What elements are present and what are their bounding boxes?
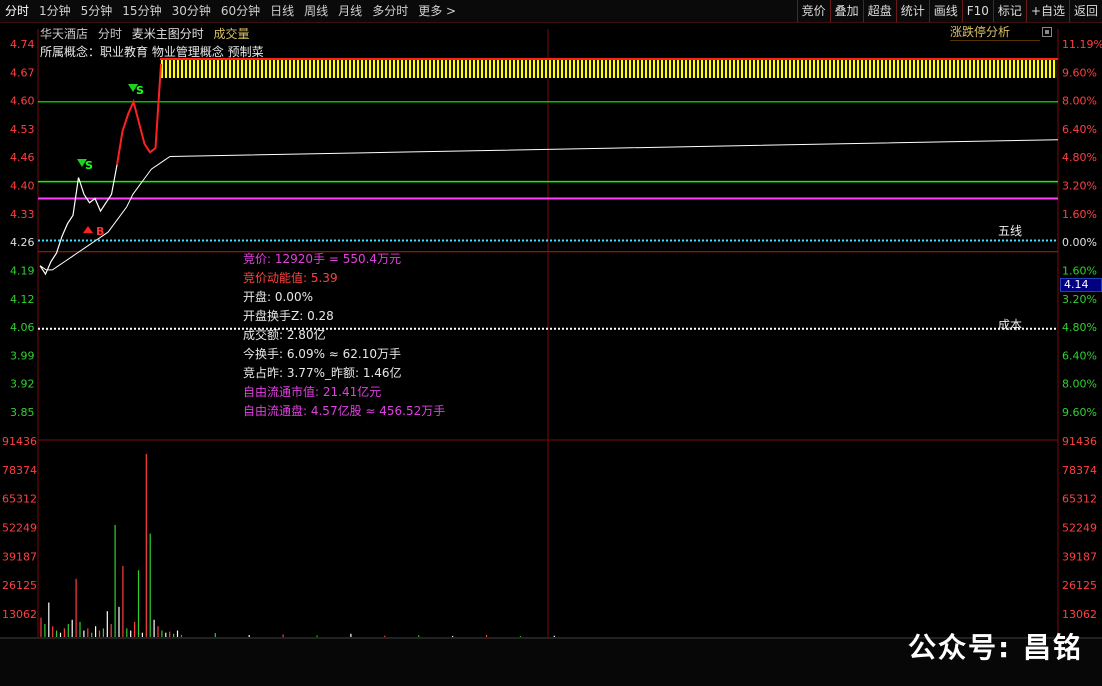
sell-marker-label: S: [85, 159, 93, 172]
pct-tick-label: 1.60%: [1062, 208, 1097, 221]
volume-tick-label-right: 52249: [1062, 522, 1097, 535]
open-turnover-text: 开盘换手Z: 0.28: [243, 309, 334, 323]
volume-tick-label-right: 39187: [1062, 550, 1097, 563]
pct-tick-label: 9.60%: [1062, 406, 1097, 419]
bid-info-panel: 竞价: 12920手 = 550.4万元 竞价动能值: 5.39 开盘: 0.0…: [243, 250, 445, 421]
price-lines: [39, 63, 1059, 276]
wuxian-label: 五线: [998, 224, 1023, 238]
price-tick-label: 4.74: [10, 38, 35, 51]
amount-text: 成交额: 2.80亿: [243, 328, 326, 342]
price-tick-label: 3.85: [10, 406, 35, 419]
bid-price-text: 竞价: 12920手 = 550.4万元: [243, 252, 402, 266]
price-tick-label: 3.99: [10, 349, 35, 362]
pct-tick-label: 9.60%: [1062, 66, 1097, 79]
sell-marker-label: S: [136, 84, 144, 97]
pct-tick-label: 11.19%: [1062, 38, 1102, 51]
open-text: 开盘: 0.00%: [243, 290, 313, 304]
pct-tick-label: 6.40%: [1062, 123, 1097, 136]
price-tick-label: 4.19: [10, 264, 35, 277]
average-line: [39, 139, 1059, 271]
volume-axis: 91436 91436 78374 78374 65312 65312 52249 52249…: [2, 435, 1097, 621]
today-turnover-text: 今换手: 6.09% ≈ 62.10万手: [243, 347, 402, 361]
current-price-tag: 4.14: [1060, 278, 1102, 292]
price-tick-label: 4.46: [10, 151, 35, 164]
price-tick-label: 4.40: [10, 180, 35, 193]
volume-tick-label-right: 13062: [1062, 608, 1097, 621]
volume-tick-label-right: 91436: [1062, 435, 1097, 448]
volume-tick-label: 65312: [2, 493, 37, 506]
float-shares-text: 自由流通盘: 4.57亿股 ≈ 456.52万手: [243, 404, 446, 418]
price-tick-label: 4.67: [10, 66, 35, 79]
float-value-text: 自由流通市值: 21.41亿元: [243, 385, 382, 399]
price-tick-label: 4.53: [10, 123, 35, 136]
pct-tick-label: 1.60%: [1062, 264, 1097, 277]
buy-arrow-icon: [83, 226, 93, 233]
pct-tick-label: 8.00%: [1062, 95, 1097, 108]
volume-tick-label-right: 78374: [1062, 464, 1097, 477]
price-tick-label: 4.60: [10, 95, 35, 108]
pct-tick-label: 8.00%: [1062, 378, 1097, 391]
limit-up-band: [160, 58, 1058, 79]
price-line-rally: [116, 63, 162, 166]
pct-tick-label: 4.80%: [1062, 151, 1097, 164]
price-axis-left: 4.74 4.67 4.60 4.53 4.46 4.40 4.33 4.26 4.19 4.12…: [10, 38, 35, 419]
pct-tick-label: 3.20%: [1062, 293, 1097, 306]
volume-tick-label-right: 26125: [1062, 579, 1097, 592]
price-tick-label: 4.33: [10, 208, 35, 221]
pct-tick-label: 4.80%: [1062, 321, 1097, 334]
volume-tick-label: 78374: [2, 464, 37, 477]
bid-energy-text: 竞价动能值: 5.39: [243, 271, 338, 285]
price-tick-label: 4.26: [10, 236, 35, 249]
price-tick-label: 4.12: [10, 293, 35, 306]
volume-tick-label: 39187: [2, 550, 37, 563]
intraday-chart: 4.74 4.67 4.60 4.53 4.46 4.40 4.33 4.26 4.19 4.12…: [0, 29, 1102, 639]
volume-tick-label: 91436: [2, 435, 37, 448]
price-tick-label: 3.92: [10, 378, 35, 391]
buy-marker-label: B: [96, 225, 104, 238]
pct-tick-label: 0.00%: [1062, 236, 1097, 249]
volume-tick-label: 13062: [2, 608, 37, 621]
pct-tick-label: 3.20%: [1062, 180, 1097, 193]
chart-grid: [0, 29, 1102, 639]
pct-tick-label: 6.40%: [1062, 349, 1097, 362]
pct-axis-right: 11.19% 9.60% 8.00% 6.40% 4.80% 3.20% 1.60% 0.00…: [1062, 38, 1102, 419]
volume-tick-label: 52249: [2, 522, 37, 535]
volume-tick-label-right: 65312: [1062, 493, 1097, 506]
watermark: 公众号: 昌铭: [908, 631, 1083, 664]
cost-label: 成本: [998, 318, 1023, 332]
price-tick-label: 4.06: [10, 321, 35, 334]
bid-ratio-text: 竞占昨: 3.77%_昨额: 1.46亿: [243, 366, 402, 380]
volume-tick-label: 26125: [2, 579, 37, 592]
volume-bars: [40, 453, 555, 637]
